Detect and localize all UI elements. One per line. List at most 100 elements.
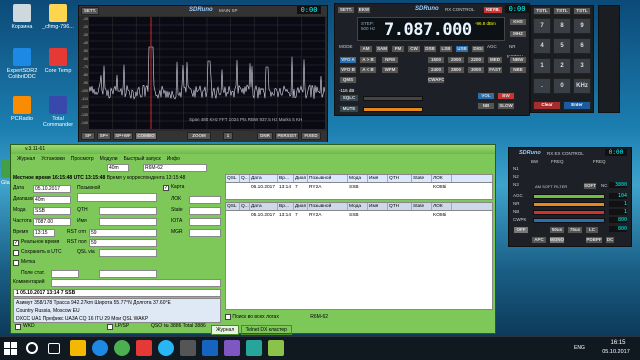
logger-icon[interactable]: [268, 340, 284, 356]
khz-button[interactable]: KHS: [509, 18, 527, 26]
clear-button[interactable]: Clear: [533, 101, 561, 110]
save-utc-checkbox[interactable]: [13, 250, 19, 256]
chrome-icon[interactable]: [114, 340, 130, 356]
ex-pdbpf-button[interactable]: PDBPF: [585, 236, 603, 244]
clock-date[interactable]: 05.10.2017: [594, 349, 638, 355]
iota-field[interactable]: [189, 218, 221, 226]
start-button[interactable]: [4, 342, 18, 356]
state-field[interactable]: [189, 207, 221, 215]
browser-icon[interactable]: [92, 340, 108, 356]
cwafc-button[interactable]: CWAFC: [427, 76, 445, 84]
menu-item[interactable]: Журнал: [17, 155, 35, 163]
soft-button[interactable]: SOFT: [583, 182, 597, 190]
zoom-button[interactable]: ZOOM: [187, 132, 211, 140]
keypad-khz-button[interactable]: KHz: [573, 78, 591, 94]
mute-button[interactable]: MUTE: [339, 105, 359, 113]
ex-lc-button[interactable]: LC: [585, 226, 599, 234]
menu-item[interactable]: Быстрый запуск: [124, 155, 161, 163]
mode-usb-button[interactable]: USB: [455, 45, 469, 53]
zoom-level[interactable]: 1: [223, 132, 233, 140]
rx-settings-button[interactable]: SETT.: [337, 6, 355, 14]
ex-dc-button[interactable]: DC: [605, 236, 615, 244]
combo-button[interactable]: COMBO: [135, 132, 157, 140]
dnr-button[interactable]: DNR: [257, 132, 273, 140]
name-field[interactable]: [99, 218, 157, 226]
desktop-icon-coretemp[interactable]: Core Temp: [40, 48, 76, 74]
karta-checkbox[interactable]: ✓: [163, 185, 169, 191]
notch-button[interactable]: NBE: [509, 66, 527, 74]
frequency-display[interactable]: STEP: 500 Hz 7.087.000 -96.8 dBm: [357, 17, 505, 41]
nb-on-button[interactable]: BW: [497, 92, 515, 100]
lpsp-checkbox[interactable]: [107, 324, 113, 330]
desktop-icon-expertsdr[interactable]: ExpertSDR2 ColibriDDC: [4, 48, 40, 80]
keypad-top-2[interactable]: TSTL: [553, 7, 571, 15]
ex-slider[interactable]: [533, 202, 605, 207]
band-select[interactable]: 40m: [107, 164, 129, 172]
keypad-top-3[interactable]: TSTL: [573, 7, 591, 15]
search-icon[interactable]: [26, 342, 38, 354]
ex-mono-button[interactable]: MONO: [549, 236, 565, 244]
bw-2200-button[interactable]: 2200: [467, 56, 485, 64]
keypad-6-button[interactable]: 6: [573, 38, 591, 54]
ex-off-button[interactable]: OFF: [513, 226, 529, 234]
wkd-checkbox[interactable]: [15, 324, 21, 330]
table-row[interactable]: 05.10.2017 13:14 7 RY2A SSB KO85i: [226, 184, 492, 192]
app-icon[interactable]: [224, 340, 240, 356]
ex-apc-button[interactable]: APC: [531, 236, 547, 244]
ex-slider[interactable]: [533, 210, 605, 215]
task-view-icon[interactable]: [48, 343, 60, 354]
rst-rcv-field[interactable]: 59: [89, 239, 157, 247]
sp-plus-button[interactable]: SP+: [97, 132, 111, 140]
bw-cw-button[interactable]: 2400: [427, 66, 445, 74]
pole-field-2[interactable]: [99, 270, 157, 278]
mode-cw-button[interactable]: CW: [407, 45, 421, 53]
vfo-a-button[interactable]: VFO A: [339, 56, 357, 64]
fast-button[interactable]: FAST: [487, 66, 503, 74]
sp-wf-button[interactable]: SP+WF: [113, 132, 133, 140]
vfo-b-button[interactable]: VFO B: [339, 66, 357, 74]
bw-1500-button[interactable]: 1500: [427, 56, 445, 64]
vol-label[interactable]: VOL: [477, 92, 495, 100]
mode-am-button[interactable]: AM: [359, 45, 373, 53]
sdruno-icon[interactable]: [202, 340, 218, 356]
bw-3000-button[interactable]: 3000: [467, 66, 485, 74]
keyb-button[interactable]: KEYB.: [483, 6, 503, 14]
keypad-5-button[interactable]: 5: [553, 38, 571, 54]
keypad-4-button[interactable]: 4: [533, 38, 551, 54]
mode-dsb-button[interactable]: DSB: [423, 45, 437, 53]
comment-field[interactable]: [51, 279, 221, 287]
freq-field[interactable]: 7087.00: [33, 218, 71, 226]
keypad-7-button[interactable]: 7: [533, 18, 551, 34]
qms-button[interactable]: QMS: [339, 76, 357, 84]
a-from-b-button[interactable]: A < B: [359, 66, 377, 74]
table-row[interactable]: 05.10.2017 13:14 7 RY2A SSB KO85i: [226, 212, 492, 220]
ekw-button[interactable]: EKW: [357, 6, 371, 14]
explorer-icon[interactable]: [70, 340, 86, 356]
sverka-checkbox[interactable]: [13, 260, 19, 266]
loc-field[interactable]: [189, 196, 221, 204]
fixed-button[interactable]: FIXED: [301, 132, 321, 140]
squelch-slider[interactable]: [363, 96, 423, 101]
squelch-button[interactable]: SQLC: [339, 94, 359, 102]
keypad-8-button[interactable]: 8: [553, 18, 571, 34]
ex-slider[interactable]: [533, 194, 605, 199]
mode-fm-button[interactable]: FM: [391, 45, 405, 53]
time-field[interactable]: 13:15: [33, 229, 55, 237]
telegram-icon[interactable]: [158, 340, 174, 356]
app-icon[interactable]: [246, 340, 262, 356]
search-checkbox[interactable]: [225, 313, 231, 320]
mode-field[interactable]: SSB: [33, 207, 71, 215]
keypad-top-1[interactable]: TSTL: [533, 7, 551, 15]
mode-lsb-button[interactable]: LSB: [439, 45, 453, 53]
mode-digi-button[interactable]: DIGI: [471, 45, 485, 53]
keypad-2-button[interactable]: 2: [553, 58, 571, 74]
spectrum-settings-button[interactable]: SETT.: [81, 7, 99, 15]
ex-slider[interactable]: [533, 218, 605, 223]
keypad-3-button[interactable]: 3: [573, 58, 591, 74]
desktop-icon-recycle[interactable]: Корзина: [4, 4, 40, 30]
date-field[interactable]: 05.10.2017: [33, 185, 71, 193]
pole-field[interactable]: [51, 270, 79, 278]
tab-telnet[interactable]: Telnet DX кластер: [240, 325, 292, 335]
ex-50us-button[interactable]: 50us: [549, 226, 565, 234]
nfm-button[interactable]: NFM: [381, 56, 399, 64]
